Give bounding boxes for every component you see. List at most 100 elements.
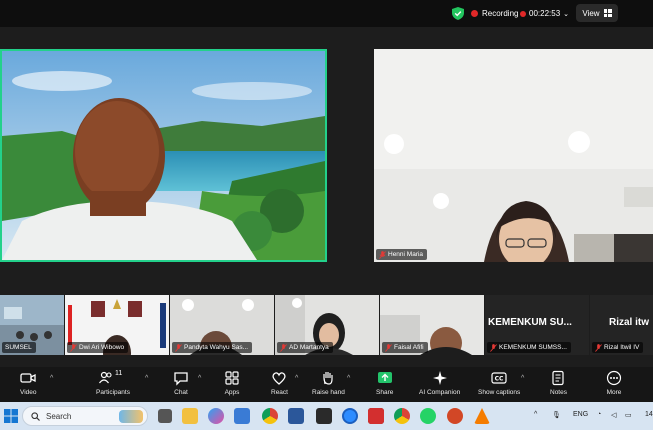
- thumbnail-name: KEMENKUM SUMSS...: [499, 344, 567, 351]
- view-button[interactable]: View: [576, 4, 618, 22]
- react-button[interactable]: React: [271, 370, 288, 396]
- video-button[interactable]: Video: [20, 370, 37, 396]
- remote-name-tag: Henni Maria: [376, 249, 428, 260]
- word-icon[interactable]: [288, 408, 304, 424]
- recording-label: Recording: [482, 9, 519, 18]
- thumbnail-faisal-afifi[interactable]: Faisal Afifi: [380, 295, 484, 355]
- thumbnail-name: Pandyta Wahyu Sas...: [184, 344, 249, 351]
- wifi-icon[interactable]: ◔: [597, 411, 601, 418]
- react-options-caret-icon[interactable]: ^: [295, 375, 298, 382]
- timer-text: 00:22:53: [529, 9, 561, 18]
- file-explorer-icon[interactable]: [182, 408, 198, 424]
- thumbnail-name: Dwi Ari Wibowo: [79, 344, 125, 351]
- meeting-top-bar: Recording 00:22:53 ⌄ View: [0, 0, 653, 27]
- kemenkum-display-name: KEMENKUM SU...: [488, 317, 572, 328]
- recording-indicator[interactable]: Recording: [471, 6, 518, 21]
- video-options-caret-icon[interactable]: ^: [50, 375, 53, 382]
- taskbar-search-box[interactable]: Search: [22, 406, 148, 426]
- captions-icon: CC: [491, 372, 507, 384]
- chat-options-caret-icon[interactable]: ^: [198, 375, 201, 382]
- mic-muted-icon: [490, 343, 497, 352]
- video-camera-icon: [20, 373, 36, 383]
- thumbnail-name: Faisal Afifi: [394, 344, 424, 351]
- more-button[interactable]: More: [606, 370, 622, 396]
- app-icon[interactable]: [316, 408, 332, 424]
- task-view-icon[interactable]: [158, 409, 172, 423]
- powerpoint-icon[interactable]: [447, 408, 463, 424]
- toolbar-label: React: [271, 389, 288, 396]
- heart-icon: [272, 372, 287, 385]
- language-indicator[interactable]: ENG: [573, 411, 588, 418]
- acrobat-icon[interactable]: [368, 408, 384, 424]
- remote-participant-video[interactable]: Henni Maria: [374, 49, 653, 262]
- thumbnail-sumsel[interactable]: SUMSEL: [0, 295, 64, 355]
- zoom-meeting-window: Recording 00:22:53 ⌄ View Henni Maria SU…: [0, 0, 653, 430]
- speaker-video-frame: [2, 51, 325, 260]
- raise-hand-options-caret-icon[interactable]: ^: [347, 375, 350, 382]
- meeting-toolbar: Video ^ 11 Participants ^ Chat ^ Apps Re…: [0, 367, 653, 402]
- ai-companion-button[interactable]: AI Companion: [419, 370, 460, 396]
- video-stage: Henni Maria SUMSEL Dwi Ari Wibowo Pandyt…: [0, 27, 653, 367]
- thumbnail-kemenkum-sumsel[interactable]: KEMENKUM SU... KEMENKUM SUMSS...: [485, 295, 589, 355]
- meeting-timer[interactable]: 00:22:53 ⌄: [520, 6, 569, 21]
- chrome-alt-icon[interactable]: [394, 408, 410, 424]
- toolbar-label: Show captions: [478, 389, 521, 396]
- captions-options-caret-icon[interactable]: ^: [521, 375, 524, 382]
- chat-icon: [174, 372, 188, 386]
- chevron-down-icon: ⌄: [563, 10, 570, 18]
- raise-hand-button[interactable]: Raise hand: [312, 370, 345, 396]
- zoom-icon[interactable]: [342, 408, 358, 424]
- volume-icon[interactable]: ◁: [611, 411, 616, 419]
- microphone-icon[interactable]: 🎙: [552, 411, 561, 419]
- thumbnail-ad-martantya[interactable]: AD Martantya: [275, 295, 379, 355]
- toolbar-label: Participants: [96, 389, 130, 396]
- chat-button[interactable]: Chat: [173, 370, 189, 396]
- hand-icon: [323, 372, 334, 385]
- rizal-display-name: Rizal itw: [609, 317, 650, 328]
- mic-muted-icon: [385, 343, 392, 352]
- sparkle-icon: [432, 371, 447, 385]
- toolbar-label: More: [606, 389, 622, 396]
- more-icon: [606, 370, 622, 386]
- mic-muted-icon: [280, 343, 287, 352]
- notes-button[interactable]: Notes: [550, 370, 567, 396]
- toolbar-label: Share: [376, 389, 394, 396]
- timer-dot-icon: [520, 10, 526, 17]
- whatsapp-icon[interactable]: [420, 408, 436, 424]
- photos-icon[interactable]: [234, 408, 250, 424]
- thumbnail-name-tag: Dwi Ari Wibowo: [67, 342, 129, 353]
- apps-button[interactable]: Apps: [224, 370, 240, 396]
- thumbnail-pandyta[interactable]: Pandyta Wahyu Sas...: [170, 295, 274, 355]
- svg-text:CC: CC: [495, 376, 504, 383]
- mic-muted-icon: [379, 250, 386, 259]
- taskbar-clock[interactable]: 14: [645, 411, 653, 418]
- participants-button[interactable]: 11 Participants: [96, 370, 130, 396]
- toolbar-label: Chat: [174, 389, 188, 396]
- chrome-icon[interactable]: [262, 408, 278, 424]
- show-captions-button[interactable]: CC Show captions: [478, 370, 520, 396]
- participants-icon: [99, 371, 112, 384]
- thumbnail-name: SUMSEL: [5, 344, 32, 351]
- search-highlight-icon: [119, 410, 143, 423]
- mic-muted-icon: [175, 343, 182, 352]
- thumbnail-name: Rizal Itwil IV: [604, 344, 640, 351]
- view-label: View: [582, 8, 600, 18]
- battery-icon[interactable]: ▭: [625, 411, 632, 419]
- thumbnail-dwi-ari-wibowo[interactable]: Dwi Ari Wibowo: [65, 295, 169, 355]
- remote-name: Henni Maria: [388, 251, 424, 258]
- share-button[interactable]: Share: [376, 370, 393, 396]
- participants-options-caret-icon[interactable]: ^: [145, 375, 148, 382]
- vlc-icon[interactable]: [474, 408, 490, 424]
- grid-view-icon: [603, 9, 612, 17]
- windows-taskbar: Search ^ 🎙 ENG ◔ ◁ ▭ 14: [0, 402, 653, 430]
- shield-check-icon[interactable]: [452, 7, 464, 20]
- windows-start-icon[interactable]: [4, 409, 18, 423]
- share-screen-icon: [377, 372, 392, 383]
- active-speaker-video[interactable]: [0, 49, 327, 262]
- toolbar-label: Video: [20, 389, 37, 396]
- tray-chevron-up-icon[interactable]: ^: [534, 411, 537, 418]
- notes-icon: [552, 370, 565, 386]
- toolbar-label: AI Companion: [419, 389, 461, 396]
- thumbnail-rizal-itwil[interactable]: Rizal itw Rizal Itwil IV: [590, 295, 653, 355]
- copilot-icon[interactable]: [208, 408, 224, 424]
